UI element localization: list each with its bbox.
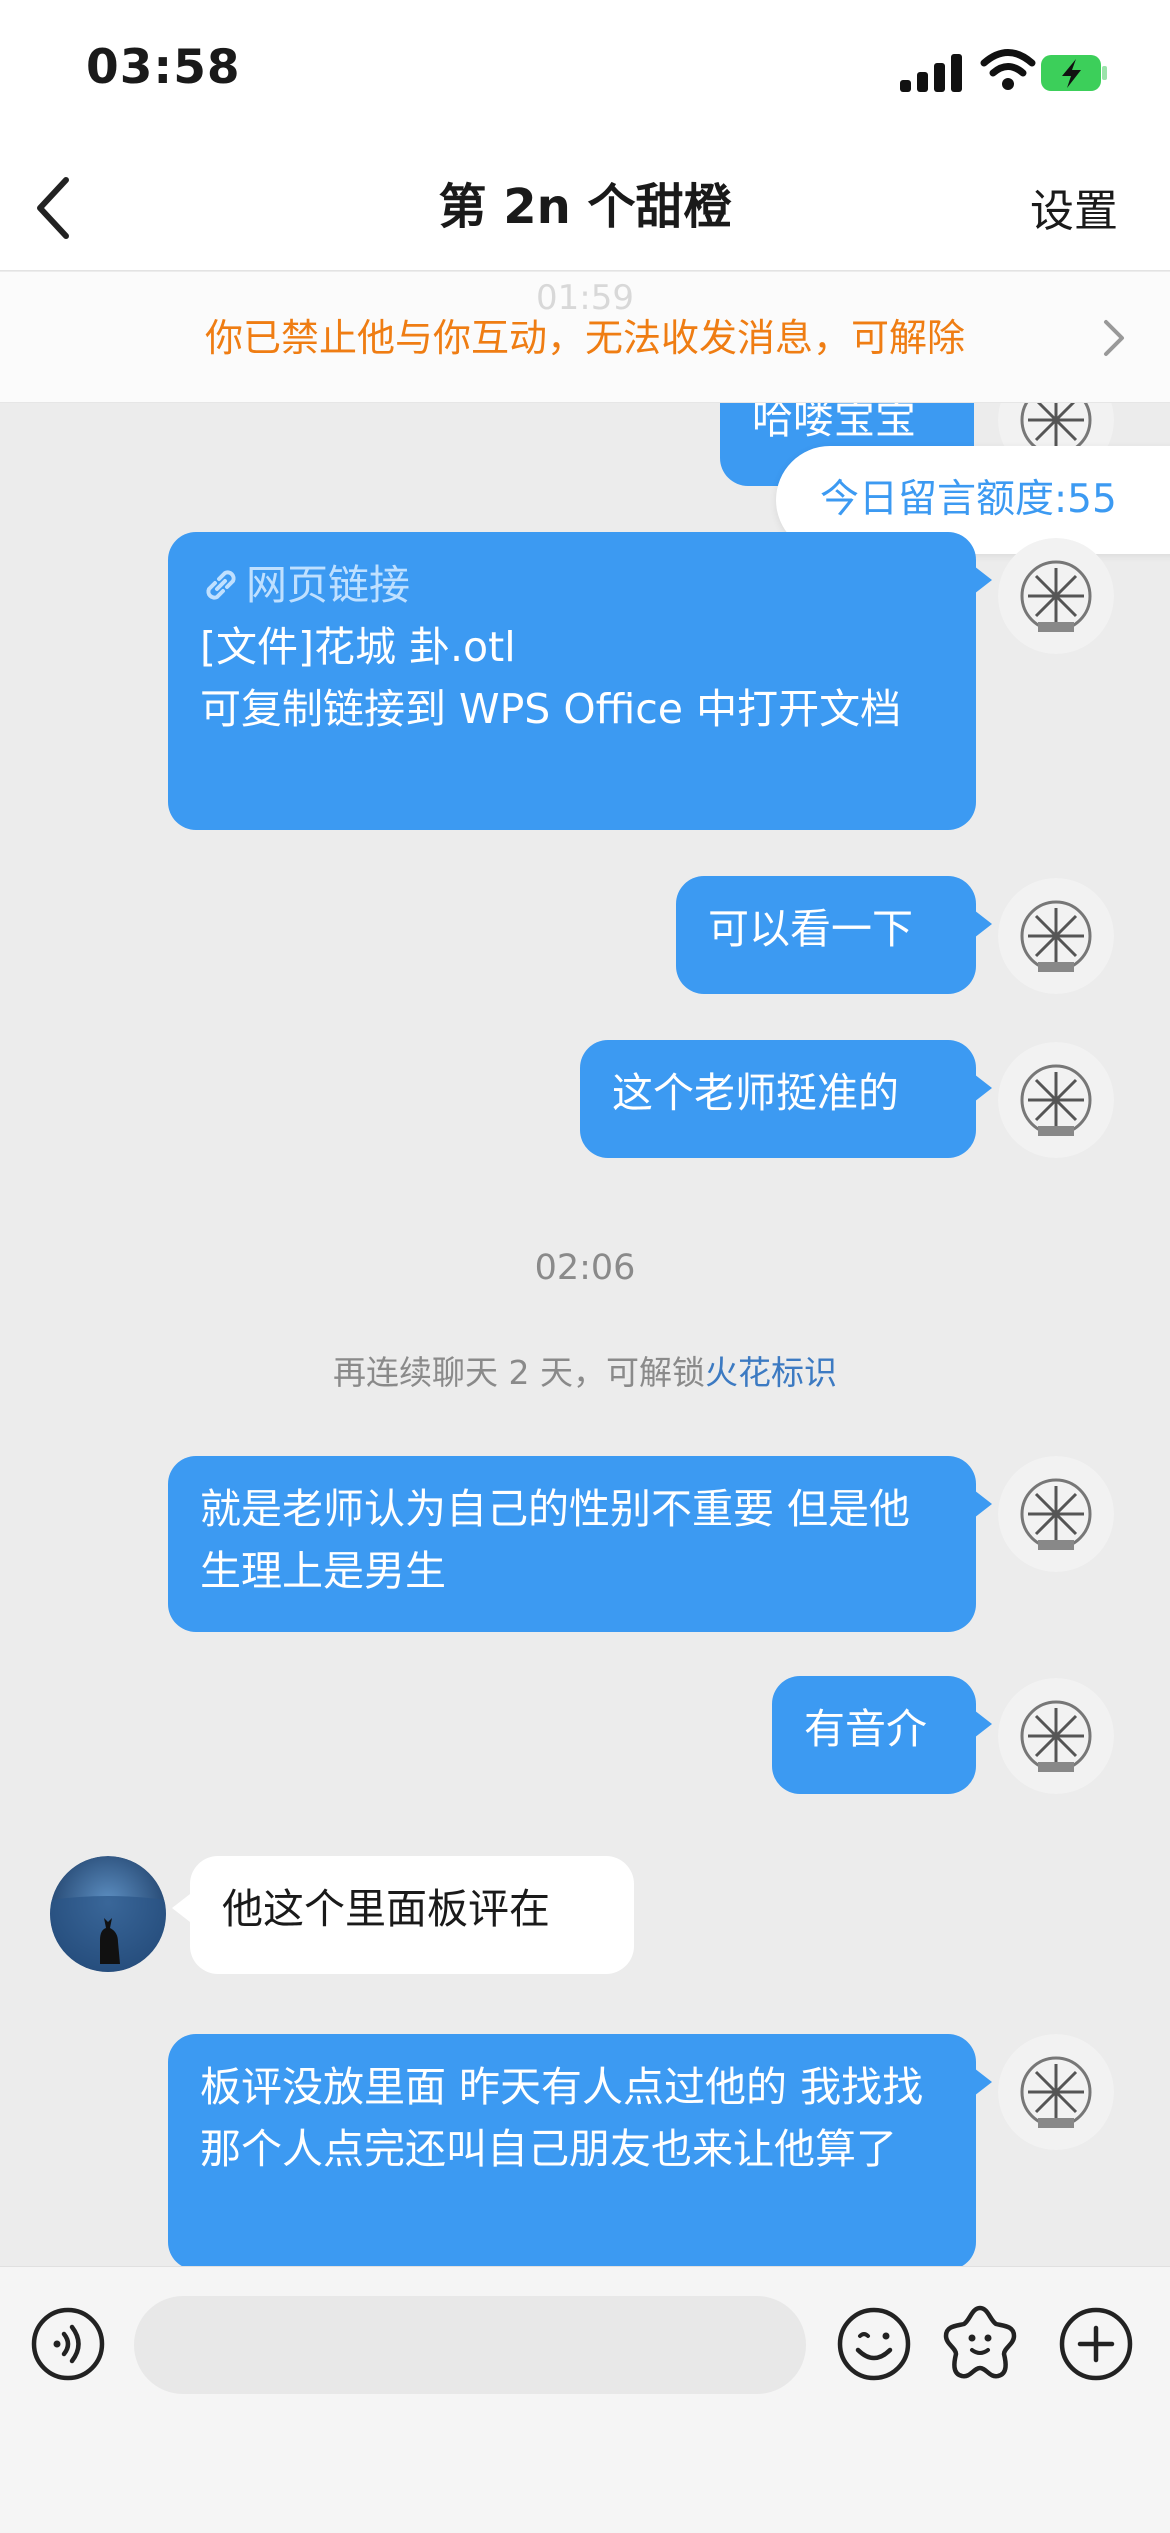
link-icon — [206, 570, 236, 600]
message-text: 这个老师挺准的 — [612, 1069, 899, 1117]
message-input[interactable] — [134, 2296, 806, 2394]
emoji-icon[interactable] — [836, 2306, 912, 2382]
status-time: 03:58 — [86, 40, 241, 95]
message-bubble[interactable]: 这个老师挺准的 — [580, 1040, 976, 1158]
message-text: 可以看一下 — [708, 905, 913, 953]
message-bubble[interactable]: 可以看一下 — [676, 876, 976, 994]
block-banner-text: 你已禁止他与你互动，无法收发消息，可解除 — [204, 316, 965, 360]
bubble-tail — [974, 1490, 992, 1518]
link-label: 网页链接 — [246, 561, 410, 609]
bubble-tail — [172, 1894, 190, 1922]
bubble-tail — [974, 1074, 992, 1102]
message-text: 就是老师认为自己的性别不重要 但是他生理上是男生 — [200, 1485, 911, 1595]
spark-badge-link[interactable]: 火花标识 — [705, 1353, 837, 1392]
signal-icon — [900, 54, 962, 92]
self-avatar[interactable] — [998, 1678, 1114, 1794]
chat-title: 第 2n 个甜橙 — [438, 179, 732, 235]
system-notice: 再连续聊天 2 天，可解锁火花标识 — [0, 1346, 1170, 1394]
chevron-right-icon[interactable] — [1098, 316, 1128, 360]
voice-icon[interactable] — [30, 2306, 106, 2382]
message-bubble[interactable]: 他这个里面板评在 — [190, 1856, 634, 1974]
self-avatar[interactable] — [998, 878, 1114, 994]
bubble-tail — [974, 566, 992, 594]
system-notice-text: 再连续聊天 2 天，可解锁 — [333, 1353, 705, 1392]
link-row[interactable]: 网页链接 — [200, 554, 944, 616]
plus-icon[interactable] — [1058, 2306, 1134, 2382]
contact-avatar[interactable] — [50, 1856, 166, 1972]
chevron-left-icon[interactable] — [24, 168, 84, 248]
settings-button[interactable]: 设置 — [1030, 182, 1118, 242]
battery-charging-icon — [1041, 55, 1107, 91]
self-avatar[interactable] — [998, 1456, 1114, 1572]
message-bubble[interactable]: 板评没放里面 昨天有人点过他的 我找找 那个人点完还叫自己朋友也来让他算了 — [168, 2034, 976, 2270]
bubble-tail — [974, 1710, 992, 1738]
self-avatar[interactable] — [998, 538, 1114, 654]
chat-timestamp: 02:06 — [534, 1248, 636, 1288]
self-avatar[interactable] — [998, 2034, 1114, 2150]
self-avatar[interactable] — [998, 1042, 1114, 1158]
message-bubble[interactable]: 有音介 — [772, 1676, 976, 1794]
message-bubble-link[interactable]: 网页链接 [文件]花城 卦.otl 可复制链接到 WPS Office 中打开文… — [168, 532, 976, 830]
wifi-icon — [980, 49, 1036, 90]
bubble-tail — [974, 910, 992, 938]
message-text: 他这个里面板评在 — [222, 1885, 550, 1933]
bubble-tail — [974, 2068, 992, 2096]
file-name-text: [文件]花城 卦.otl — [200, 623, 516, 671]
message-text: 板评没放里面 昨天有人点过他的 我找找 那个人点完还叫自己朋友也来让他算了 — [200, 2063, 924, 2173]
message-text: 有音介 — [804, 1705, 927, 1753]
message-bubble[interactable]: 就是老师认为自己的性别不重要 但是他生理上是男生 — [168, 1456, 976, 1632]
file-hint-text: 可复制链接到 WPS Office 中打开文档 — [200, 685, 902, 733]
sticker-icon[interactable] — [940, 2302, 1020, 2382]
